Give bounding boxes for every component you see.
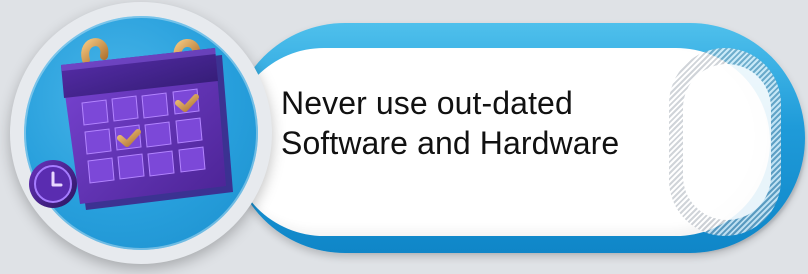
message-text: Never use out-dated Software and Hardwar… (281, 83, 711, 163)
banner-card: Never use out-dated Software and Hardwar… (0, 0, 808, 274)
message-line-1: Never use out-dated (281, 85, 573, 121)
message-line-2: Software and Hardware (281, 125, 620, 161)
calendar-icon (29, 38, 233, 210)
clock-icon (29, 160, 77, 208)
